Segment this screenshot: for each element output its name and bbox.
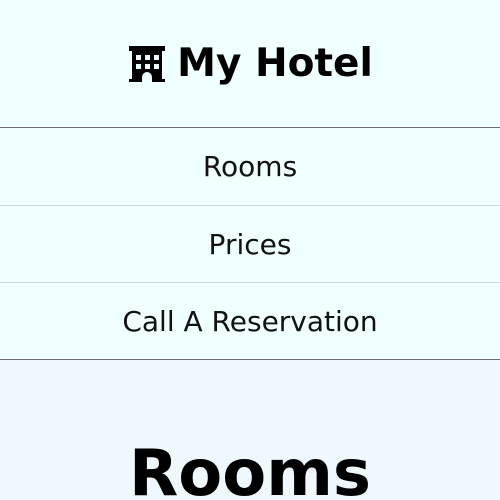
brand: My Hotel	[127, 44, 373, 84]
nav-item-call-reservation[interactable]: Call A Reservation	[0, 282, 500, 359]
nav-item-prices[interactable]: Prices	[0, 205, 500, 282]
section-title: Rooms	[129, 437, 371, 500]
hotel-building-icon	[129, 45, 166, 82]
main-nav: Rooms Prices Call A Reservation	[0, 128, 500, 360]
main-content: Rooms	[0, 360, 500, 500]
nav-item-rooms[interactable]: Rooms	[0, 128, 500, 205]
site-header: My Hotel	[0, 0, 500, 128]
site-title: My Hotel	[177, 41, 373, 86]
